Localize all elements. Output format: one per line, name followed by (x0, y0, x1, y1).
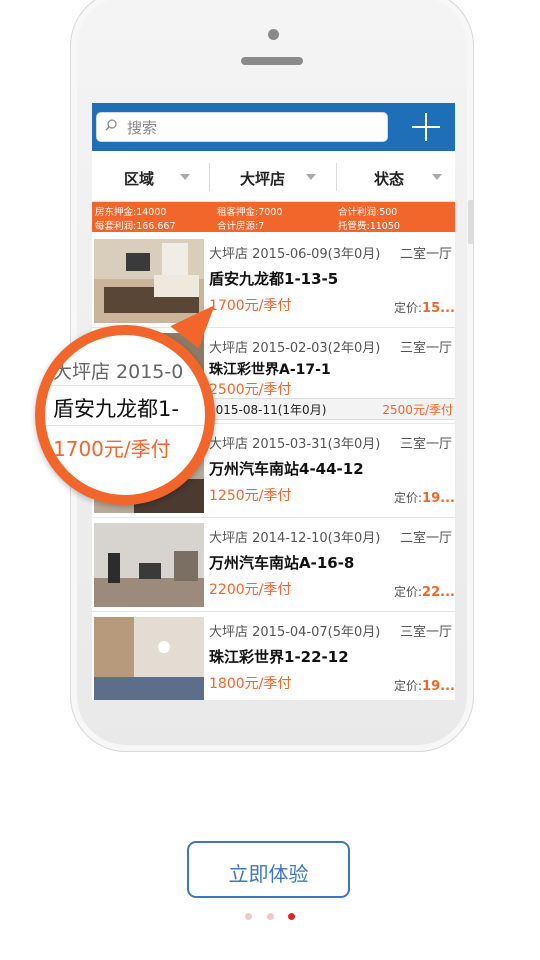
front-camera-icon (268, 29, 279, 40)
page-indicator (241, 913, 301, 923)
list-item[interactable]: 大坪店 2014-12-10(3年0月) 二室一厅 万州汽车南站A-16-8 2… (92, 519, 455, 612)
fixed-price-value: 19... (422, 491, 455, 506)
filter-region-label: 区域 (124, 170, 155, 188)
listing-photo (94, 523, 204, 607)
room-type: 三室一厅 (400, 437, 453, 452)
magnifier-price: 1700元/季付 (53, 437, 171, 461)
listing-price: 1800元/季付 (209, 676, 292, 692)
caret-down-icon (432, 174, 442, 180)
filter-status-label: 状态 (374, 170, 405, 188)
caret-down-icon (180, 174, 190, 180)
fixed-price: 定价:19... (394, 677, 455, 694)
fixed-price-label: 定价: (394, 301, 423, 315)
filter-bar: 区域 大坪店 状态 (92, 151, 455, 202)
room-type: 二室一厅 (400, 247, 453, 262)
filter-status[interactable]: 状态 (337, 151, 455, 201)
extension-date: 2015-08-11(1年0月) (208, 403, 327, 417)
listing-name: 珠江彩世界A-17-1 (209, 362, 331, 378)
fixed-price: 定价:15... (394, 299, 455, 316)
side-button (468, 200, 474, 244)
stat-mgmt-fee: 托管费:11050 (338, 221, 400, 232)
fixed-price-label: 定价: (394, 679, 423, 693)
stat-total-units: 合计房源:7 (217, 221, 265, 232)
magnifier-store-date: 大坪店 2015-0 (53, 361, 184, 383)
listing-name: 珠江彩世界1-22-12 (209, 648, 349, 666)
filter-region[interactable]: 区域 (92, 151, 213, 201)
store-date: 大坪店 2015-06-09(3年0月) (209, 247, 381, 262)
list-item[interactable]: 大坪店 2015-06-09(3年0月) 二室一厅 盾安九龙都1-13-5 17… (92, 235, 455, 328)
contract-extension: 2015-08-11(1年0月) 2500元/季付 (204, 398, 455, 420)
page-dot[interactable] (267, 913, 274, 920)
fixed-price: 定价:19... (394, 489, 455, 506)
try-now-button[interactable]: 立即体验 (187, 841, 350, 898)
page-dot[interactable] (245, 913, 252, 920)
listing-name: 万州汽车南站4-44-12 (209, 460, 364, 478)
add-icon[interactable] (410, 111, 442, 143)
fixed-price-label: 定价: (394, 491, 423, 505)
store-date: 大坪店 2014-12-10(3年0月) (209, 531, 381, 546)
search-input[interactable]: 搜索 (96, 112, 388, 142)
listing-name: 盾安九龙都1-13-5 (209, 270, 339, 288)
store-date: 大坪店 2015-02-03(2年0月) (209, 341, 381, 356)
listing-price: 1250元/季付 (209, 488, 292, 504)
stat-landlord-deposit: 房东押金:14000 (95, 207, 167, 218)
listing-name: 万州汽车南站A-16-8 (209, 554, 355, 572)
room-type: 三室一厅 (400, 341, 453, 356)
page-dot-active[interactable] (288, 913, 295, 920)
try-now-label: 立即体验 (228, 862, 309, 886)
stat-unit-profit: 每套利润:166.667 (95, 221, 176, 232)
search-icon (105, 119, 117, 131)
room-type: 二室一厅 (400, 531, 453, 546)
fixed-price-value: 15... (422, 301, 455, 316)
store-date: 大坪店 2015-03-31(3年0月) (209, 437, 381, 452)
top-bar: 搜索 (92, 103, 455, 151)
fixed-price-label: 定价: (394, 585, 423, 599)
summary-bar: 房东押金:14000 租客押金:7000 合计利润:500 每套利润:166.6… (92, 202, 455, 232)
list-item[interactable]: 大坪店 2015-04-07(5年0月) 三室一厅 珠江彩世界1-22-12 1… (92, 613, 455, 700)
speaker-icon (241, 57, 303, 65)
fixed-price-value: 19... (422, 679, 455, 694)
stat-tenant-deposit: 租客押金:7000 (217, 207, 283, 218)
listing-photo (94, 617, 204, 700)
listing-price: 2500元/季付 (209, 382, 292, 398)
filter-store-label: 大坪店 (240, 170, 286, 188)
fixed-price: 定价:22... (394, 583, 455, 600)
magnifier-name: 盾安九龙都1- (53, 393, 179, 423)
store-date: 大坪店 2015-04-07(5年0月) (209, 625, 381, 640)
fixed-price-value: 22... (422, 585, 455, 600)
divider (45, 385, 205, 386)
listing-price: 2200元/季付 (209, 582, 292, 598)
extension-price: 2500元/季付 (382, 403, 453, 417)
divider (45, 425, 205, 426)
search-placeholder: 搜索 (127, 119, 158, 137)
stat-total-profit: 合计利润:500 (338, 207, 398, 218)
caret-down-icon (306, 174, 316, 180)
room-type: 三室一厅 (400, 625, 453, 640)
filter-store[interactable]: 大坪店 (210, 151, 331, 201)
magnifier-callout: 大坪店 2015-0 盾安九龙都1- 1700元/季付 (35, 325, 215, 505)
